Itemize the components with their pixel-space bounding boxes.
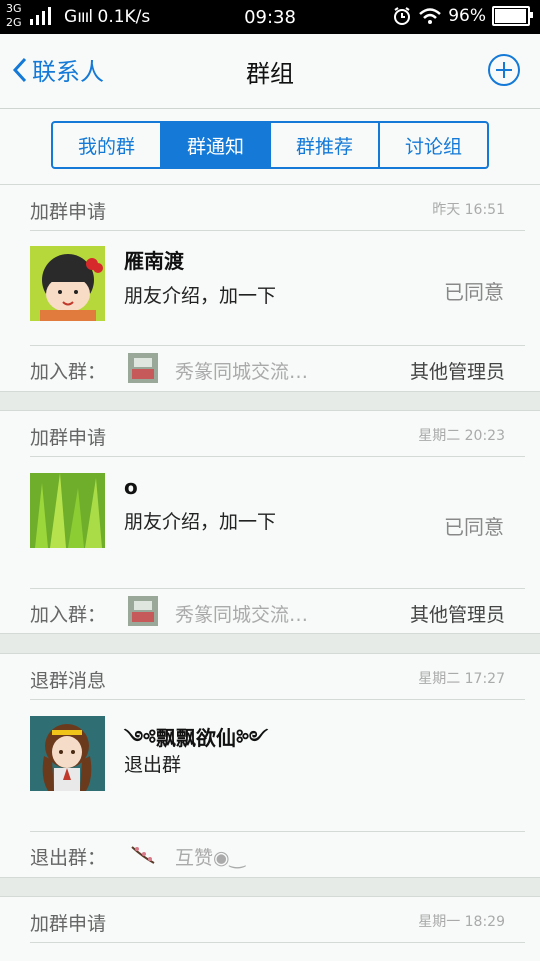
wifi-icon bbox=[419, 8, 442, 24]
notification-time: 星期二 20:23 bbox=[418, 428, 505, 444]
avatar[interactable] bbox=[30, 473, 105, 548]
notification-time: 昨天 16:51 bbox=[432, 202, 505, 218]
avatar[interactable] bbox=[30, 716, 105, 791]
notification-card[interactable]: 加群申请 昨天 16:51 雁南渡 朋友介绍，加一下 已同意 加入群： 秀篆同城… bbox=[0, 184, 540, 392]
add-icon[interactable] bbox=[488, 54, 520, 86]
group-avatar bbox=[128, 839, 158, 869]
request-status: 已同意 bbox=[444, 515, 504, 539]
group-label: 加入群： bbox=[30, 361, 107, 383]
notification-type: 加群申请 bbox=[30, 913, 107, 935]
tab-group-recommendations[interactable]: 群推荐 bbox=[271, 123, 380, 167]
group-name: 互赞◉‿ bbox=[175, 847, 245, 869]
page-title: 群组 bbox=[246, 60, 294, 88]
status-bar: 3G 2G Gıııl 0.1K/s 09:38 96% bbox=[0, 0, 540, 34]
applicant-name: o bbox=[124, 475, 138, 499]
request-message: 退出群 bbox=[124, 754, 182, 776]
notification-card[interactable]: 退群消息 星期二 17:27 ༺飘飘欲仙༻ 退出群 退出群： 互赞◉‿ bbox=[0, 653, 540, 878]
battery-icon bbox=[492, 6, 533, 26]
tab-group-notifications[interactable]: 群通知 bbox=[162, 123, 271, 167]
notification-time: 星期一 18:29 bbox=[418, 914, 505, 930]
group-name: 秀篆同城交流… bbox=[175, 604, 309, 626]
handler-label: 其他管理员 bbox=[409, 604, 505, 626]
notification-card[interactable]: 加群申请 星期一 18:29 bbox=[0, 896, 540, 961]
request-message: 朋友介绍，加一下 bbox=[124, 285, 277, 307]
request-message: 朋友介绍，加一下 bbox=[124, 511, 277, 533]
status-right: 96% bbox=[392, 6, 533, 26]
battery-percent: 96% bbox=[448, 6, 486, 26]
request-status: 已同意 bbox=[444, 280, 504, 304]
group-label: 退出群： bbox=[30, 847, 107, 869]
tab-bar: 我的群 群通知 群推荐 讨论组 bbox=[0, 109, 540, 185]
tab-discussion-groups[interactable]: 讨论组 bbox=[380, 123, 487, 167]
group-name: 秀篆同城交流… bbox=[175, 361, 309, 383]
alarm-icon bbox=[394, 7, 411, 25]
group-avatar bbox=[128, 353, 158, 383]
handler-label: 其他管理员 bbox=[409, 361, 505, 383]
group-label: 加入群： bbox=[30, 604, 107, 626]
avatar[interactable] bbox=[30, 246, 105, 321]
notification-type: 加群申请 bbox=[30, 201, 107, 223]
notification-time: 星期二 17:27 bbox=[418, 671, 505, 687]
applicant-name: 雁南渡 bbox=[124, 249, 184, 273]
group-avatar bbox=[128, 596, 158, 626]
notification-type: 退群消息 bbox=[30, 670, 107, 692]
notification-type: 加群申请 bbox=[30, 427, 107, 449]
notification-card[interactable]: 加群申请 星期二 20:23 o 朋友介绍，加一下 已同意 加入群： 秀篆同城交… bbox=[0, 410, 540, 634]
tab-my-groups[interactable]: 我的群 bbox=[53, 123, 162, 167]
nav-bar: 联系人 群组 bbox=[0, 34, 540, 109]
